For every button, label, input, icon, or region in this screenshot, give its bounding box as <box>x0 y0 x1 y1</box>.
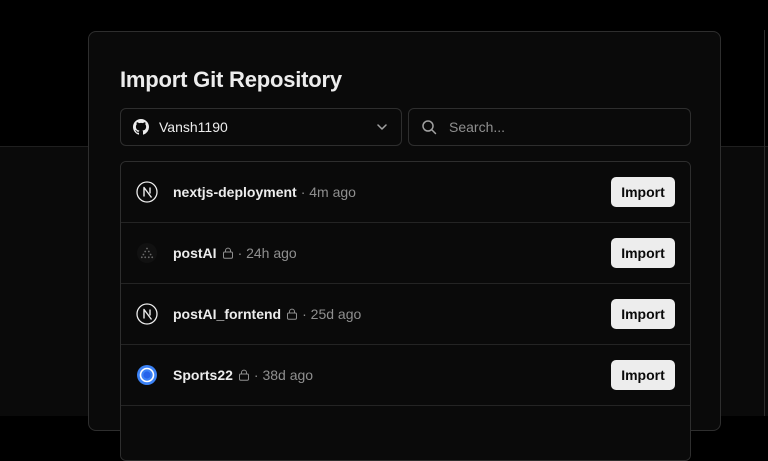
repository-row: nextjs-deployment · 4m ago Import <box>121 162 690 223</box>
account-name: Vansh1190 <box>159 119 228 135</box>
repository-name: postAI_forntend <box>173 306 282 322</box>
repository-row: postAI_forntend · 25d ago Import <box>121 284 690 345</box>
dotted-triangle-icon <box>136 242 158 264</box>
repository-row: postAI · 24h ago Import <box>121 223 690 284</box>
page-title: Import Git Repository <box>120 67 342 92</box>
adjacent-panel-edge <box>764 30 768 416</box>
lock-icon <box>222 247 233 259</box>
blue-circle-icon <box>136 364 158 386</box>
repository-updated-time: · 24h ago <box>237 245 297 261</box>
search-icon <box>422 120 437 135</box>
lock-icon <box>287 308 298 320</box>
repository-updated-time: · 4m ago <box>300 184 356 200</box>
lock-icon <box>238 369 249 381</box>
repository-updated-time: · 38d ago <box>253 367 314 383</box>
git-account-selector[interactable]: Vansh1190 <box>120 108 402 146</box>
import-repository-card: Import Git Repository Vansh1190 nextjs- <box>88 31 721 461</box>
import-button[interactable]: Import <box>611 238 675 268</box>
nextjs-icon <box>136 303 158 325</box>
import-button[interactable]: Import <box>611 360 675 390</box>
repository-updated-time: · 25d ago <box>302 306 362 322</box>
repository-name: nextjs-deployment <box>173 184 297 200</box>
repository-search <box>408 108 691 146</box>
import-button[interactable]: Import <box>611 299 675 329</box>
chevron-down-icon <box>377 124 387 130</box>
repository-row: Sports22 · 38d ago Import <box>121 345 690 406</box>
import-button[interactable]: Import <box>611 177 675 207</box>
repository-name: postAI <box>173 245 217 261</box>
nextjs-icon <box>136 181 158 203</box>
repository-list: nextjs-deployment · 4m ago Import postAI… <box>120 161 691 461</box>
repository-row-partial <box>121 406 690 460</box>
github-icon <box>133 119 149 135</box>
search-input[interactable] <box>449 119 678 135</box>
repository-name: Sports22 <box>173 367 233 383</box>
